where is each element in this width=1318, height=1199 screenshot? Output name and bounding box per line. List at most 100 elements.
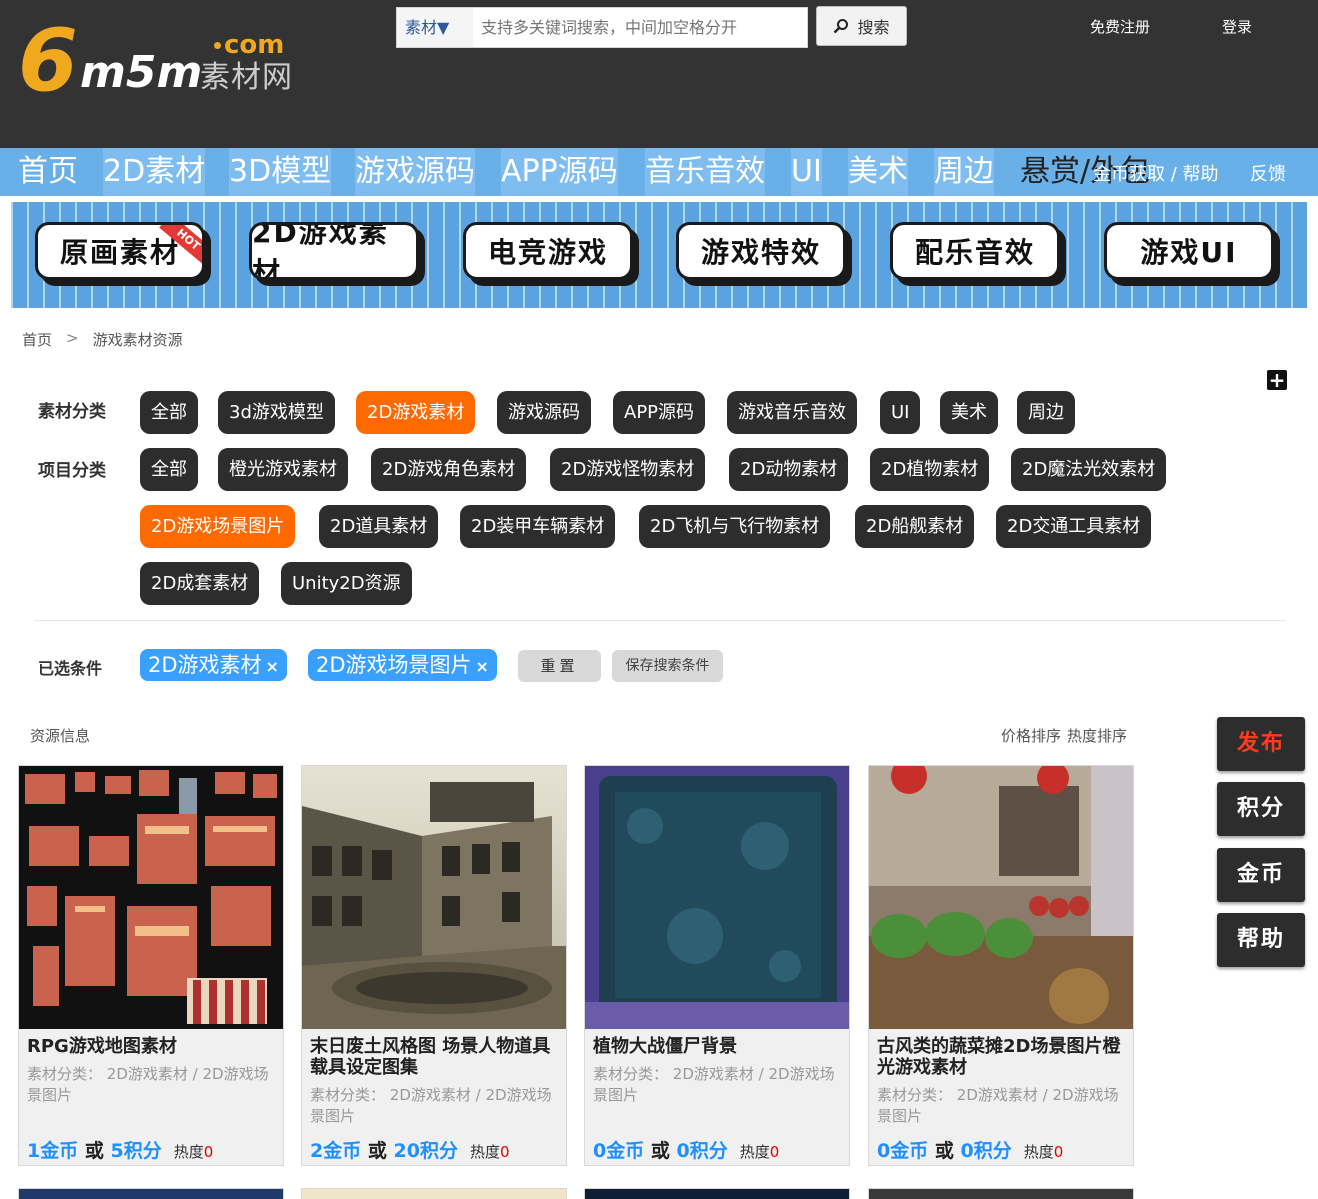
banner-music[interactable]: 配乐音效: [890, 222, 1060, 280]
site-header: 6 m5m com 素材网 素材▼ 搜索 免费注册 登录: [0, 0, 1318, 148]
thumbnail-image[interactable]: [302, 766, 566, 1029]
selected-chip[interactable]: 2D游戏素材 ×: [140, 649, 287, 681]
banner-label: 配乐音效: [914, 236, 1035, 269]
category-tag[interactable]: 游戏源码: [497, 391, 591, 434]
resource-card-partial[interactable]: [584, 1188, 850, 1199]
search-button-label: 搜索: [857, 18, 890, 37]
project-tag[interactable]: 2D装甲车辆素材: [460, 505, 616, 548]
register-link[interactable]: 免费注册: [1090, 16, 1150, 37]
nav-music[interactable]: 音乐音效: [645, 148, 765, 196]
resource-card-partial[interactable]: [18, 1188, 284, 1199]
save-search-button[interactable]: 保存搜索条件: [612, 650, 723, 682]
project-tag[interactable]: 2D魔法光效素材: [1011, 448, 1167, 491]
nav-coins-help[interactable]: 金币获取 / 帮助: [1093, 160, 1219, 186]
nav-art[interactable]: 美术: [848, 148, 908, 196]
category-tag-selected[interactable]: 2D游戏素材: [356, 391, 476, 434]
search-button[interactable]: 搜索: [816, 6, 907, 46]
category-tag[interactable]: APP源码: [613, 391, 706, 434]
project-tag[interactable]: 全部: [140, 448, 198, 491]
close-icon[interactable]: ×: [476, 657, 489, 676]
category-tag[interactable]: 3d游戏模型: [218, 391, 335, 434]
nav-2d[interactable]: 2D素材: [103, 148, 206, 196]
banner-game-ui[interactable]: 游戏UI: [1104, 222, 1274, 280]
price-gold: 0金币: [593, 1140, 645, 1162]
nav-merch[interactable]: 周边: [934, 148, 994, 196]
nav-feedback[interactable]: 反馈: [1250, 160, 1286, 186]
nav-game-source[interactable]: 游戏源码: [355, 148, 475, 196]
search-input[interactable]: [473, 8, 807, 47]
card-category: 素材分类： 2D游戏素材 / 2D游戏场景图片: [593, 1064, 843, 1106]
nav-home[interactable]: 首页: [18, 148, 78, 196]
banner-2d-game[interactable]: 2D游戏素材: [249, 222, 419, 280]
banner-esports[interactable]: 电竞游戏: [463, 222, 633, 280]
sort-price-link[interactable]: 价格排序: [1001, 725, 1061, 746]
search-type-select[interactable]: 素材▼: [397, 8, 473, 47]
card-title[interactable]: 古风类的蔬菜摊2D场景图片橙光游戏素材: [877, 1036, 1127, 1078]
card-title[interactable]: 植物大战僵尸背景: [593, 1036, 843, 1057]
publish-button[interactable]: 发布: [1217, 717, 1305, 771]
project-tag[interactable]: 2D游戏角色素材: [371, 448, 527, 491]
category-tag[interactable]: 游戏音乐音效: [727, 391, 857, 434]
project-tag[interactable]: 2D动物素材: [729, 448, 849, 491]
points-button[interactable]: 积分: [1217, 782, 1305, 836]
search-box: 素材▼: [396, 7, 808, 48]
thumbnail-image[interactable]: [19, 766, 283, 1029]
project-tag[interactable]: 2D交通工具素材: [996, 505, 1152, 548]
project-tag[interactable]: 2D船舰素材: [855, 505, 975, 548]
help-button[interactable]: 帮助: [1217, 913, 1305, 967]
sort-heat-link[interactable]: 热度排序: [1067, 725, 1127, 746]
project-tag-selected[interactable]: 2D游戏场景图片: [140, 505, 296, 548]
project-tag[interactable]: Unity2D资源: [281, 562, 412, 605]
banner-concept-art[interactable]: 原画素材 HOT: [35, 222, 205, 280]
heat-value: 0: [499, 1143, 510, 1161]
price-or: 或: [367, 1140, 387, 1162]
sort-controls: 价格排序 热度排序: [1001, 725, 1127, 746]
price-or: 或: [934, 1140, 954, 1162]
project-tag[interactable]: 2D成套素材: [140, 562, 260, 605]
card-price: 2金币 或 20积分 热度0: [310, 1136, 510, 1163]
card-category: 素材分类： 2D游戏素材 / 2D游戏场景图片: [27, 1064, 277, 1106]
selected-chip[interactable]: 2D游戏场景图片 ×: [308, 649, 497, 681]
heat-value: 0: [769, 1143, 780, 1161]
project-tag[interactable]: 2D植物素材: [870, 448, 990, 491]
price-points: 0积分: [960, 1140, 1012, 1162]
banner-effects[interactable]: 游戏特效: [676, 222, 846, 280]
project-tag[interactable]: 2D飞机与飞行物素材: [639, 505, 831, 548]
card-title[interactable]: RPG游戏地图素材: [27, 1036, 277, 1057]
resource-card[interactable]: RPG游戏地图素材 素材分类： 2D游戏素材 / 2D游戏场景图片 1金币 或 …: [18, 765, 284, 1166]
chip-label: 2D游戏场景图片: [316, 653, 472, 677]
site-logo[interactable]: 6 m5m com 素材网: [18, 18, 308, 108]
resource-card-partial[interactable]: [868, 1188, 1134, 1199]
resource-card[interactable]: 古风类的蔬菜摊2D场景图片橙光游戏素材 素材分类： 2D游戏素材 / 2D游戏场…: [868, 765, 1134, 1166]
plus-icon[interactable]: +: [1267, 370, 1287, 390]
project-tag[interactable]: 2D道具素材: [319, 505, 439, 548]
thumbnail-image[interactable]: [585, 766, 849, 1029]
category-tag[interactable]: UI: [880, 391, 921, 434]
banner-label: 电竞游戏: [487, 236, 608, 269]
resource-card-partial[interactable]: [301, 1188, 567, 1199]
category-tag[interactable]: 美术: [940, 391, 998, 434]
category-filter-label: 素材分类: [38, 402, 106, 422]
category-tag[interactable]: 周边: [1017, 391, 1075, 434]
card-title[interactable]: 末日废土风格图 场景人物道具载具设定图集: [310, 1036, 560, 1078]
breadcrumb-home[interactable]: 首页: [22, 329, 52, 350]
login-link[interactable]: 登录: [1222, 16, 1252, 37]
close-icon[interactable]: ×: [266, 657, 279, 676]
results-title: 资源信息: [30, 727, 91, 745]
selected-conditions-label: 已选条件: [38, 659, 103, 678]
project-tag[interactable]: 橙光游戏素材: [218, 448, 348, 491]
coins-button[interactable]: 金币: [1217, 848, 1305, 902]
thumbnail-image[interactable]: [869, 766, 1133, 1029]
reset-button[interactable]: 重置: [518, 650, 601, 682]
logo-dot: [214, 42, 221, 49]
resource-card[interactable]: 植物大战僵尸背景 素材分类： 2D游戏素材 / 2D游戏场景图片 0金币 或 0…: [584, 765, 850, 1166]
price-points: 20积分: [393, 1140, 458, 1162]
category-tag[interactable]: 全部: [140, 391, 198, 434]
search-icon: [834, 19, 849, 34]
project-tag[interactable]: 2D游戏怪物素材: [550, 448, 706, 491]
filter-divider: [34, 620, 1286, 621]
nav-app-source[interactable]: APP源码: [501, 148, 618, 196]
resource-card[interactable]: 末日废土风格图 场景人物道具载具设定图集 素材分类： 2D游戏素材 / 2D游戏…: [301, 765, 567, 1166]
nav-ui[interactable]: UI: [791, 148, 822, 196]
nav-3d[interactable]: 3D模型: [229, 148, 332, 196]
